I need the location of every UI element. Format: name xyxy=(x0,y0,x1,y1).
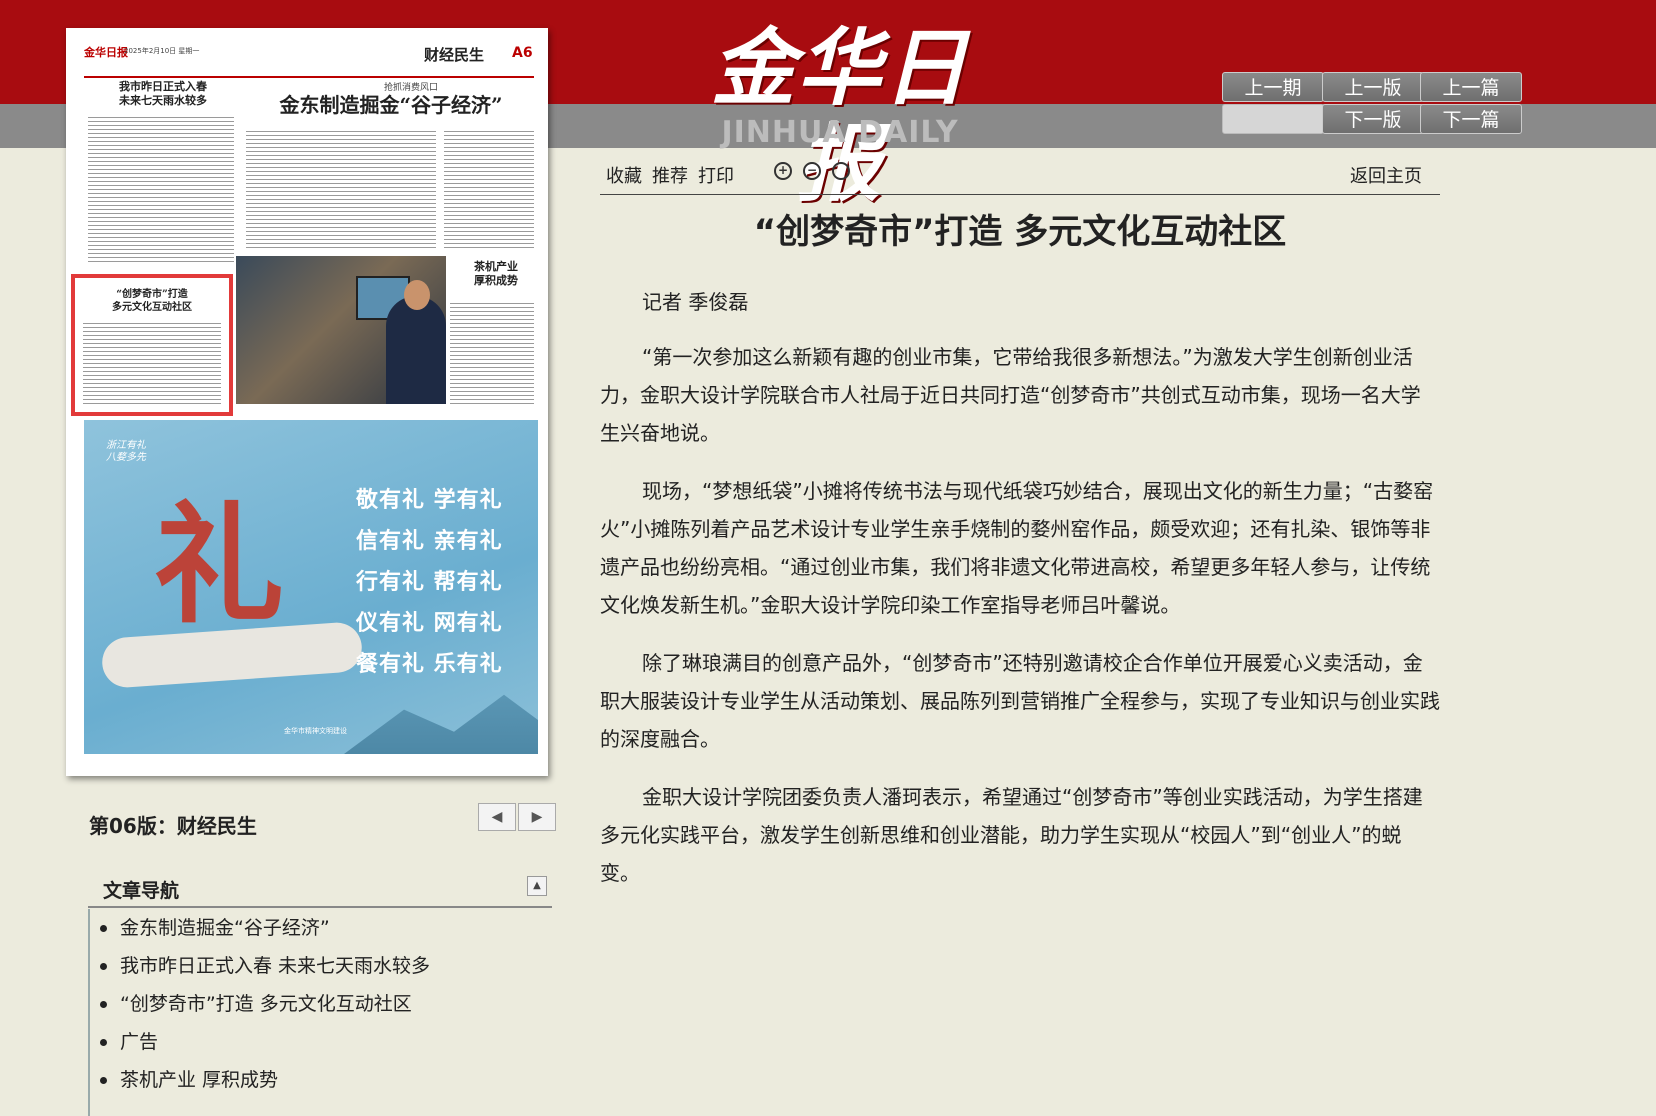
print-link[interactable]: 打印 xyxy=(698,162,734,188)
ad-slogan-row: 餐有礼 乐有礼 xyxy=(356,651,503,677)
thumbnail-section: 财经民生 xyxy=(424,46,485,64)
ad-big-character: 礼 xyxy=(154,488,285,641)
article-nav-title: 文章导航 xyxy=(103,880,180,902)
article-paragraph: 金职大设计学院团委负责人潘珂表示，希望通过“创梦奇市”等创业实践活动，为学生搭建… xyxy=(600,785,1423,885)
ad-slogan-row: 仪有礼 网有礼 xyxy=(356,610,503,636)
page-pager: ◀ ▶ xyxy=(478,803,558,833)
article-paragraph: 除了琳琅满目的创意产品外，“创梦奇市”还特别邀请校企合作单位开展爱心义卖活动，金… xyxy=(600,651,1440,751)
prev-page-button[interactable]: 上一版 xyxy=(1322,72,1424,102)
article-nav-item[interactable]: 我市昨日正式入春 未来七天雨水较多 xyxy=(90,947,550,985)
ad-seal: 浙江有礼 八婺多先 xyxy=(106,440,146,463)
photo-worker xyxy=(386,296,446,404)
thumbnail-photo[interactable] xyxy=(236,256,446,404)
thumbnail-date: 2025年2月10日 星期一 xyxy=(124,47,200,55)
next-article-button[interactable]: 下一篇 xyxy=(1420,104,1522,134)
prev-page-arrow-icon[interactable]: ◀ xyxy=(478,803,516,831)
article-toolbar: 收藏 推荐 打印 + − 返回主页 xyxy=(600,158,1440,195)
article-nav-item[interactable]: “创梦奇市”打造 多元文化互动社区 xyxy=(90,985,550,1023)
logo-english: JINHUA DAILY xyxy=(721,115,959,150)
thumbnail-highlight-title: “创梦奇市”打造 多元文化互动社区 xyxy=(112,289,192,313)
article-nav-item[interactable]: 金东制造掘金“谷子经济” xyxy=(90,909,550,947)
recommend-link[interactable]: 推荐 xyxy=(652,162,688,188)
prev-issue-button[interactable]: 上一期 xyxy=(1222,72,1324,102)
ad-slogan-row: 行有礼 帮有礼 xyxy=(356,569,503,595)
article-byline: 记者 季俊磊 xyxy=(642,290,749,314)
page-thumbnail[interactable]: 金华日报 2025年2月10日 星期一 财经民生 A6 抢抓消费风口 金东制造掘… xyxy=(66,28,548,776)
bullet-icon xyxy=(100,1077,107,1084)
bullet-icon xyxy=(100,1001,107,1008)
article-nav-item-label: 金东制造掘金“谷子经济” xyxy=(120,917,330,939)
edition-title: 第06版：财经民生 xyxy=(89,814,257,838)
thumbnail-text-column xyxy=(444,128,534,248)
thumbnail-side-title[interactable]: 茶机产业 厚积成势 xyxy=(451,260,541,288)
bullet-icon xyxy=(100,925,107,932)
thumbnail-text-column xyxy=(83,320,221,406)
ad-scroll-illustration xyxy=(100,620,364,690)
article-paragraph: 现场，“梦想纸袋”小摊将传统书法与现代纸袋巧妙结合，展现出文化的新生力量；“古婺… xyxy=(600,479,1434,617)
prev-article-button[interactable]: 上一篇 xyxy=(1420,72,1522,102)
bullet-icon xyxy=(100,1039,107,1046)
collapse-icon[interactable]: ▲ xyxy=(527,876,547,896)
issue-navigation: 上一期 上一版 上一篇 下一版 下一篇 xyxy=(1222,72,1522,136)
ad-mountain-illustration xyxy=(344,694,538,754)
article-nav-item[interactable]: 广告 xyxy=(90,1023,550,1061)
article-nav-item-label: 我市昨日正式入春 未来七天雨水较多 xyxy=(120,955,431,977)
article-nav-item-label: “创梦奇市”打造 多元文化互动社区 xyxy=(120,993,412,1015)
site-logo[interactable]: 金华日报 JINHUA DAILY xyxy=(690,20,990,212)
photo-worker-head xyxy=(404,280,430,310)
thumbnail-headline-main[interactable]: 金东制造掘金“谷子经济” xyxy=(246,92,536,118)
article-nav-list: 金东制造掘金“谷子经济” 我市昨日正式入春 未来七天雨水较多 “创梦奇市”打造 … xyxy=(88,909,550,1116)
article-title: “创梦奇市”打造 多元文化互动社区 xyxy=(753,212,1287,252)
thumbnail-advertisement[interactable]: 浙江有礼 八婺多先 礼 敬有礼 学有礼 信有礼 亲有礼 行有礼 帮有礼 仪有礼 … xyxy=(84,420,538,754)
ad-slogans: 敬有礼 学有礼 信有礼 亲有礼 行有礼 帮有礼 仪有礼 网有礼 餐有礼 乐有礼 xyxy=(356,480,526,685)
article-nav-item-label: 广告 xyxy=(120,1031,159,1053)
ad-slogan-row: 信有礼 亲有礼 xyxy=(356,528,503,554)
thumbnail-text-column xyxy=(246,128,436,248)
ad-footer: 金华市精神文明建设 xyxy=(284,727,347,735)
nav-button-placeholder xyxy=(1222,104,1324,134)
thumbnail-headline-left[interactable]: 我市昨日正式入春 未来七天雨水较多 xyxy=(88,80,238,108)
zoom-reset-icon[interactable] xyxy=(832,162,850,180)
favorite-link[interactable]: 收藏 xyxy=(606,162,642,188)
article-paragraph: “第一次参加这么新颖有趣的创业市集，它带给我很多新想法。”为激发大学生创新创业活… xyxy=(600,345,1421,445)
thumbnail-text-column xyxy=(450,300,534,404)
article-nav-item-label: 茶机产业 厚积成势 xyxy=(120,1069,279,1091)
article-nav-header: 文章导航 ▲ xyxy=(88,866,552,908)
thumbnail-page-number: A6 xyxy=(512,45,533,61)
next-page-button[interactable]: 下一版 xyxy=(1322,104,1424,134)
article-nav-item[interactable]: 茶机产业 厚积成势 xyxy=(90,1061,550,1099)
home-link[interactable]: 返回主页 xyxy=(1350,162,1422,188)
thumbnail-current-article-highlight[interactable]: “创梦奇市”打造 多元文化互动社区 xyxy=(71,274,233,416)
thumbnail-brand: 金华日报 xyxy=(84,46,128,59)
next-page-arrow-icon[interactable]: ▶ xyxy=(518,803,556,831)
zoom-out-icon[interactable]: − xyxy=(803,162,821,180)
ad-slogan-row: 敬有礼 学有礼 xyxy=(356,487,503,513)
bullet-icon xyxy=(100,963,107,970)
thumbnail-text-column xyxy=(88,114,234,264)
zoom-in-icon[interactable]: + xyxy=(774,162,792,180)
thumbnail-header: 金华日报 2025年2月10日 星期一 财经民生 A6 xyxy=(84,42,534,78)
